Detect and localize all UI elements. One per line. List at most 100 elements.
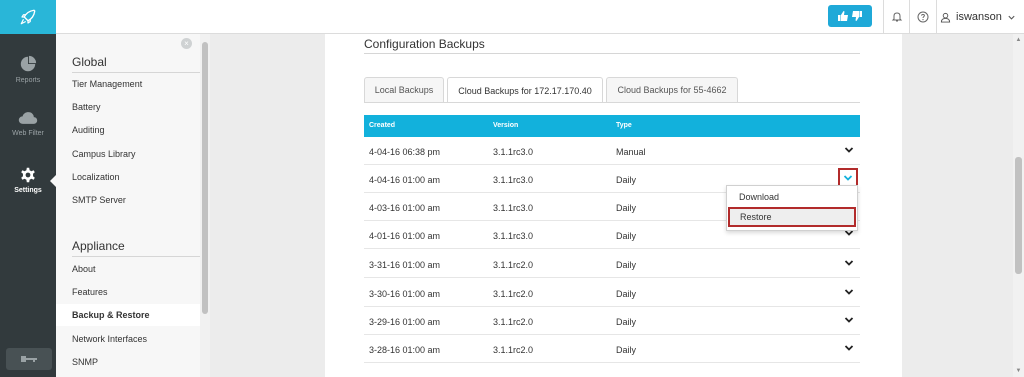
- cell-type: Manual: [616, 147, 646, 157]
- cell-version: 3.1.1rc3.0: [493, 203, 534, 213]
- menu-item-download[interactable]: Download: [727, 187, 857, 207]
- help-button[interactable]: [912, 6, 934, 28]
- chevron-down-icon: [844, 147, 854, 153]
- thumbs-up-icon: [838, 11, 848, 21]
- menu-item-tier-management[interactable]: Tier Management: [72, 79, 142, 89]
- notifications-button[interactable]: [886, 6, 908, 28]
- menu-item-restore[interactable]: Restore: [728, 207, 856, 227]
- cell-created: 4-04-16 06:38 pm: [369, 147, 441, 157]
- cloud-icon: [18, 111, 38, 124]
- user-menu[interactable]: iswanson: [940, 8, 1016, 26]
- column-header-version[interactable]: Version: [493, 122, 518, 129]
- tab-cloud-backups-172[interactable]: Cloud Backups for 172.17.170.40: [447, 77, 603, 103]
- cell-created: 3-31-16 01:00 am: [369, 260, 441, 270]
- cell-created: 4-01-16 01:00 am: [369, 231, 441, 241]
- scroll-up-icon[interactable]: ▲: [1013, 35, 1024, 45]
- topbar-divider: [883, 0, 884, 34]
- nav-label-web-filter: Web Filter: [12, 129, 44, 137]
- page-title: Configuration Backups: [364, 37, 485, 51]
- menu-heading-global: Global: [72, 55, 107, 69]
- menu-scrollbar-thumb[interactable]: [202, 42, 208, 314]
- menu-item-about[interactable]: About: [72, 264, 96, 274]
- chevron-down-icon: [1008, 15, 1015, 20]
- cell-type: Daily: [616, 175, 637, 185]
- logout-button[interactable]: [6, 348, 52, 370]
- cell-version: 3.1.1rc2.0: [493, 345, 534, 355]
- column-header-created[interactable]: Created: [369, 122, 395, 129]
- tab-cloud-backups-55-4662[interactable]: Cloud Backups for 55-4662: [606, 77, 738, 102]
- key-icon: [21, 356, 37, 362]
- row-actions-button[interactable]: [843, 144, 855, 156]
- topbar-divider: [936, 0, 937, 34]
- cell-type: Daily: [616, 345, 637, 355]
- menu-item-campus-library[interactable]: Campus Library: [72, 149, 136, 159]
- row-actions-button[interactable]: [843, 257, 855, 269]
- row-actions-button[interactable]: [843, 314, 855, 326]
- nav-label-settings: Settings: [14, 186, 42, 194]
- nav-item-reports[interactable]: Reports: [0, 44, 56, 94]
- cell-created: 4-04-16 01:00 am: [369, 175, 441, 185]
- menu-item-smtp-server[interactable]: SMTP Server: [72, 195, 126, 205]
- cell-created: 3-29-16 01:00 am: [369, 317, 441, 327]
- menu-item-network-interfaces[interactable]: Network Interfaces: [72, 334, 147, 344]
- bell-icon: [891, 12, 903, 22]
- scroll-down-icon[interactable]: ▼: [1013, 366, 1024, 376]
- gear-icon: [21, 167, 35, 182]
- chevron-down-icon: [844, 317, 854, 323]
- row-actions-button[interactable]: [843, 286, 855, 298]
- menu-heading-appliance: Appliance: [72, 239, 125, 253]
- rocket-icon: [20, 9, 36, 25]
- chevron-down-icon: [844, 289, 854, 295]
- column-header-type[interactable]: Type: [616, 122, 632, 129]
- chevron-down-icon: [844, 345, 854, 351]
- cell-version: 3.1.1rc2.0: [493, 317, 534, 327]
- table-row: 3-29-16 01:00 am 3.1.1rc2.0 Daily: [364, 307, 860, 335]
- menu-item-auditing[interactable]: Auditing: [72, 125, 105, 135]
- main-nav: Reports Web Filter Settings: [0, 34, 57, 377]
- feedback-button[interactable]: [828, 5, 872, 27]
- page-scrollbar-thumb[interactable]: [1015, 157, 1022, 274]
- cell-version: 3.1.1rc3.0: [493, 231, 534, 241]
- table-header: Created Version Type: [364, 115, 860, 137]
- nav-label-reports: Reports: [15, 76, 41, 84]
- app-logo[interactable]: [0, 0, 56, 34]
- chevron-down-icon: [843, 175, 853, 181]
- pie-chart-icon: [20, 55, 37, 71]
- thumbs-down-icon: [852, 11, 862, 21]
- cell-type: Daily: [616, 260, 637, 270]
- cell-version: 3.1.1rc3.0: [493, 175, 534, 185]
- cell-type: Daily: [616, 231, 637, 241]
- table-row: 3-31-16 01:00 am 3.1.1rc2.0 Daily: [364, 250, 860, 278]
- tabs-divider: [364, 102, 860, 103]
- cell-created: 3-30-16 01:00 am: [369, 289, 441, 299]
- cell-type: Daily: [616, 317, 637, 327]
- table-row: 3-28-16 01:00 am 3.1.1rc2.0 Daily: [364, 335, 860, 363]
- menu-item-localization[interactable]: Localization: [72, 172, 120, 182]
- title-divider: [364, 53, 860, 54]
- user-icon: [940, 12, 951, 23]
- nav-item-settings[interactable]: Settings: [0, 155, 57, 205]
- row-actions-menu: Download Restore: [726, 185, 858, 231]
- cell-version: 3.1.1rc2.0: [493, 289, 534, 299]
- table-row: 4-04-16 06:38 pm 3.1.1rc3.0 Manual: [364, 137, 860, 165]
- menu-item-snmp[interactable]: SNMP: [72, 357, 98, 367]
- cell-version: 3.1.1rc3.0: [493, 147, 534, 157]
- menu-item-backup-restore[interactable]: Backup & Restore: [56, 304, 200, 326]
- menu-divider: [72, 256, 206, 257]
- nav-item-web-filter[interactable]: Web Filter: [0, 98, 56, 148]
- menu-divider: [72, 72, 206, 73]
- menu-item-features[interactable]: Features: [72, 287, 108, 297]
- cell-type: Daily: [616, 289, 637, 299]
- close-icon[interactable]: ×: [181, 38, 192, 49]
- cell-created: 3-28-16 01:00 am: [369, 345, 441, 355]
- tab-local-backups[interactable]: Local Backups: [364, 77, 444, 102]
- cell-version: 3.1.1rc2.0: [493, 260, 534, 270]
- topbar-divider: [909, 0, 910, 34]
- row-actions-button[interactable]: [843, 342, 855, 354]
- cell-type: Daily: [616, 203, 637, 213]
- menu-item-battery[interactable]: Battery: [72, 102, 101, 112]
- table-row: 3-30-16 01:00 am 3.1.1rc2.0 Daily: [364, 279, 860, 307]
- chevron-down-icon: [844, 260, 854, 266]
- cell-created: 4-03-16 01:00 am: [369, 203, 441, 213]
- settings-menu: × Global Tier Management Battery Auditin…: [56, 34, 210, 377]
